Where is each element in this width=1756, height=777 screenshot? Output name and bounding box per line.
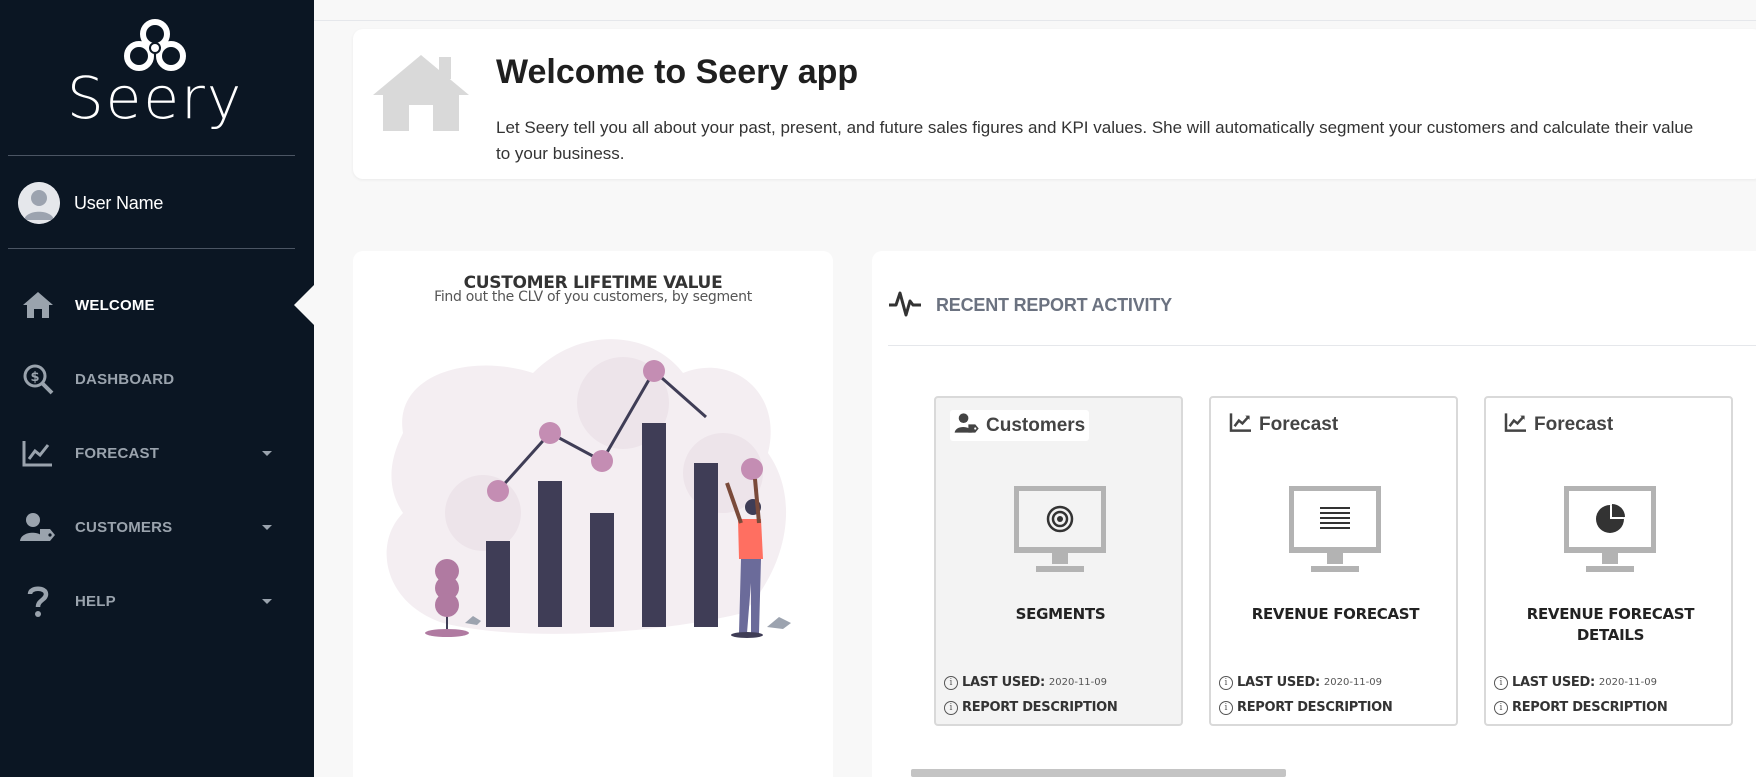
sidebar-item-label: HELP bbox=[75, 592, 116, 610]
report-tag: Customers bbox=[950, 410, 1090, 441]
report-tag-label: Customers bbox=[986, 414, 1086, 436]
growth-chart-illustration bbox=[386, 339, 791, 638]
monitor-icon bbox=[1013, 485, 1107, 583]
sidebar-item-label: CUSTOMERS bbox=[75, 518, 173, 536]
sidebar-item-label: WELCOME bbox=[75, 296, 155, 314]
info-icon: i bbox=[944, 675, 958, 690]
chevron-down-icon bbox=[262, 524, 272, 530]
svg-text:$: $ bbox=[30, 370, 39, 385]
sidebar-item-dashboard[interactable]: $ DASHBOARD bbox=[0, 342, 314, 416]
chart-area-icon bbox=[20, 435, 56, 471]
monitor-icon bbox=[1288, 485, 1382, 583]
sidebar: Seery User Name WELCOME $ DASHBOARD FORE… bbox=[0, 0, 314, 777]
info-icon: i bbox=[1219, 700, 1233, 715]
report-description-link[interactable]: i REPORT DESCRIPTION bbox=[1494, 700, 1668, 715]
welcome-text: Let Seery tell you all about your past, … bbox=[496, 118, 1694, 163]
report-description-label: REPORT DESCRIPTION bbox=[962, 700, 1118, 715]
sidebar-divider bbox=[8, 248, 295, 249]
logo-text: Seery bbox=[66, 64, 244, 132]
welcome-card: Welcome to Seery app Let Seery tell you … bbox=[353, 29, 1756, 179]
last-used-date: 2020-11-09 bbox=[1323, 677, 1383, 688]
report-tag-label: Forecast bbox=[1259, 413, 1339, 435]
clv-card[interactable]: CUSTOMER LIFETIME VALUE Find out the CLV… bbox=[353, 251, 833, 777]
info-icon: i bbox=[1219, 675, 1233, 690]
user-name: User Name bbox=[74, 192, 164, 213]
report-description-link[interactable]: i REPORT DESCRIPTION bbox=[944, 700, 1118, 715]
report-card-revenue-forecast-details[interactable]: Forecast REVENUE FORECAST DETAILS i LAST… bbox=[1484, 396, 1733, 726]
divider bbox=[888, 345, 1756, 346]
recent-activity-header: RECENT REPORT ACTIVITY bbox=[888, 289, 1172, 322]
chart-line-icon bbox=[1229, 412, 1253, 437]
avatar bbox=[18, 182, 60, 224]
dollar-search-icon: $ bbox=[20, 361, 56, 397]
clv-subtitle: Find out the CLV of you customers, by se… bbox=[434, 289, 752, 305]
info-icon: i bbox=[944, 700, 958, 715]
chart-line-icon bbox=[1504, 412, 1528, 437]
monitor-icon bbox=[1563, 485, 1657, 583]
last-used-date: 2020-11-09 bbox=[1598, 677, 1658, 688]
welcome-title: Welcome to Seery app bbox=[496, 53, 859, 91]
list-lines-icon bbox=[1320, 507, 1350, 529]
sidebar-item-customers[interactable]: CUSTOMERS bbox=[0, 490, 314, 564]
report-tag: Forecast bbox=[1225, 410, 1343, 439]
info-icon: i bbox=[1494, 675, 1508, 690]
last-used: i LAST USED: 2020-11-09 bbox=[1219, 675, 1382, 690]
report-name: SEGMENTS bbox=[1015, 605, 1106, 623]
last-used: i LAST USED: 2020-11-09 bbox=[944, 675, 1107, 690]
sidebar-item-label: DASHBOARD bbox=[75, 370, 175, 388]
last-used-label: LAST USED: bbox=[962, 675, 1045, 690]
report-description-label: REPORT DESCRIPTION bbox=[1237, 700, 1393, 715]
target-icon bbox=[1046, 505, 1074, 533]
report-card-revenue-forecast[interactable]: Forecast REVENUE FORECAST i LAST USED: 2… bbox=[1209, 396, 1458, 726]
recent-activity-panel: RECENT REPORT ACTIVITY Customers SEGMENT… bbox=[872, 251, 1756, 777]
heartbeat-icon bbox=[888, 289, 922, 322]
seery-logo[interactable]: Seery bbox=[55, 16, 255, 132]
sidebar-item-help[interactable]: HELP bbox=[0, 564, 314, 638]
chevron-down-icon bbox=[262, 598, 272, 604]
home-icon bbox=[20, 287, 56, 323]
active-indicator bbox=[294, 285, 314, 325]
last-used-label: LAST USED: bbox=[1237, 675, 1320, 690]
last-used: i LAST USED: 2020-11-09 bbox=[1494, 675, 1657, 690]
last-used-label: LAST USED: bbox=[1512, 675, 1595, 690]
report-card-segments[interactable]: Customers SEGMENTS i LAST USED: 2020-11-… bbox=[934, 396, 1183, 726]
sidebar-item-welcome[interactable]: WELCOME bbox=[0, 268, 314, 342]
report-description-link[interactable]: i REPORT DESCRIPTION bbox=[1219, 700, 1393, 715]
last-used-date: 2020-11-09 bbox=[1048, 677, 1108, 688]
home-icon bbox=[371, 51, 471, 138]
question-icon bbox=[20, 583, 56, 619]
top-bar bbox=[314, 0, 1756, 21]
chevron-down-icon bbox=[262, 450, 272, 456]
report-description-label: REPORT DESCRIPTION bbox=[1512, 700, 1668, 715]
report-tag-label: Forecast bbox=[1534, 413, 1614, 435]
sidebar-item-label: FORECAST bbox=[75, 444, 160, 462]
recent-activity-title: RECENT REPORT ACTIVITY bbox=[936, 295, 1172, 315]
sidebar-item-forecast[interactable]: FORECAST bbox=[0, 416, 314, 490]
report-tag: Forecast bbox=[1500, 410, 1618, 439]
sidebar-divider bbox=[8, 155, 295, 156]
pie-chart-icon bbox=[1596, 504, 1625, 533]
info-icon: i bbox=[1494, 700, 1508, 715]
report-name: REVENUE FORECAST DETAILS bbox=[1526, 605, 1695, 644]
user-tag-icon bbox=[954, 412, 980, 439]
user-tag-icon bbox=[20, 509, 56, 545]
horizontal-scrollbar[interactable] bbox=[911, 769, 1286, 777]
report-name: REVENUE FORECAST bbox=[1251, 605, 1420, 623]
avatar-icon bbox=[18, 182, 60, 224]
user-profile[interactable]: User Name bbox=[18, 182, 163, 224]
